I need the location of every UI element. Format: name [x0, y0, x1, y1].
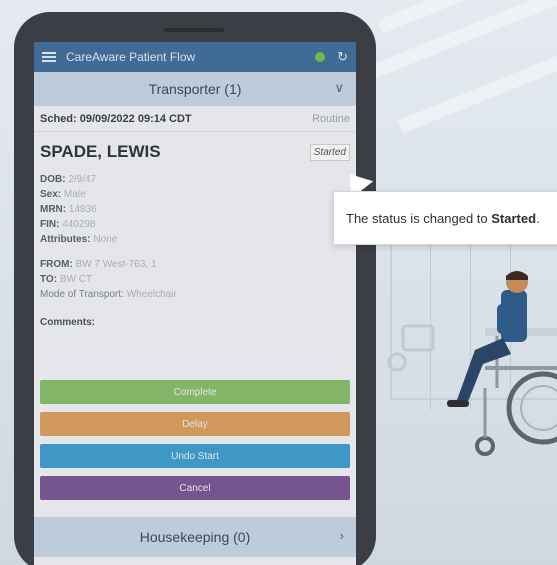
to-location: TO: BW CT	[40, 274, 93, 285]
phone-speaker	[164, 28, 224, 32]
status-badge: Started	[309, 143, 350, 161]
mrn-field: MRN: 14836	[40, 204, 97, 215]
dob-field: DOB: 2/9/47	[40, 174, 97, 185]
app-screen: CareAware Patient Flow ↻ Transporter (1)…	[34, 42, 356, 565]
callout-text: The status is changed to Started.	[346, 210, 540, 226]
complete-button[interactable]: Complete	[40, 380, 350, 404]
transporter-section-label: Transporter (1)	[148, 81, 242, 97]
phone-device: CareAware Patient Flow ↻ Transporter (1)…	[14, 12, 376, 565]
patient-in-wheelchair-icon	[387, 271, 557, 456]
transporter-section-header[interactable]: Transporter (1) ∨	[34, 72, 356, 106]
online-status-icon	[315, 52, 326, 62]
from-location: FROM: BW 7 West-763, 1	[40, 259, 157, 270]
app-title: CareAware Patient Flow	[66, 50, 196, 64]
chevron-right-icon: ›	[339, 528, 344, 543]
housekeeping-section-label: Housekeeping (0)	[139, 529, 251, 545]
cancel-button[interactable]: Cancel	[40, 476, 350, 500]
app-bar: CareAware Patient Flow ↻	[34, 42, 356, 72]
scheduled-time: Sched: 09/09/2022 09:14 CDT	[40, 112, 192, 125]
fin-field: FIN: 440298	[40, 219, 96, 230]
sex-field: Sex: Male	[40, 189, 86, 200]
priority-label: Routine	[312, 112, 350, 125]
undo-start-button[interactable]: Undo Start	[40, 444, 350, 468]
delay-button[interactable]: Delay	[40, 412, 350, 436]
refresh-icon[interactable]: ↻	[337, 49, 348, 65]
comments-label: Comments:	[40, 317, 96, 328]
hamburger-menu-icon[interactable]	[42, 52, 56, 62]
patient-name: SPADE, LEWIS	[40, 142, 161, 161]
status-callout: The status is changed to Started.	[333, 191, 557, 245]
housekeeping-section-header[interactable]: Housekeeping (0) ›	[34, 517, 356, 557]
patient-details: SPADE, LEWIS Started DOB: 2/9/47 Sex: Ma…	[34, 132, 356, 328]
attributes-field: Attributes: None	[40, 234, 118, 245]
chevron-down-icon: ∨	[334, 80, 344, 95]
transport-mode: Mode of Transport: Wheelchair	[40, 289, 177, 300]
schedule-row: Sched: 09/09/2022 09:14 CDT Routine	[34, 106, 356, 132]
